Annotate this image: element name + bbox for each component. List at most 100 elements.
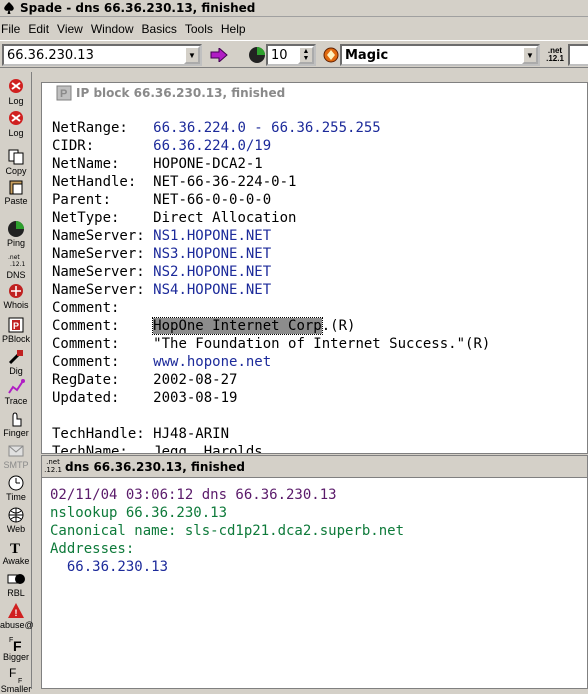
sidebar-label: DNS [6,270,26,280]
sidebar-smtp-button[interactable]: SMTP [0,442,32,470]
whois-line: NameServer: NS3.HOPONE.NET [52,245,490,263]
sidebar-finger-button[interactable]: Finger [0,410,32,438]
rbl-icon [7,574,25,584]
sidebar-dns-button[interactable]: .net .12.1 DNS [0,252,32,280]
ipblock-window-titlebar[interactable]: P IP block 66.36.230.13, finished [42,83,587,103]
dns-output: 02/11/04 03:06:12 dns 66.36.230.13 nslook… [50,486,404,576]
go-arrow-button[interactable] [208,44,230,66]
net-dns-icon: .net .12.1 [44,457,62,474]
extra-field[interactable] [568,44,588,66]
title-bar: Spade - dns 66.36.230.13, finished [0,0,588,17]
sidebar-ping-button[interactable]: Ping [0,220,32,248]
sidebar-paste-button[interactable]: Paste [0,178,32,206]
chevron-down-icon[interactable]: ▼ [184,46,200,64]
dns-line: nslookup 66.36.230.13 [50,505,228,521]
whois-value[interactable]: NS2.HOPONE.NET [153,264,271,280]
sidebar-awake-button[interactable]: T Awake [0,538,32,566]
sidebar-rbl-button[interactable]: RBL [0,570,32,598]
whois-key: NetType: [52,210,154,226]
awake-icon: T [10,541,20,556]
sidebar-label: PBlock [1,334,30,344]
menu-item-edit[interactable]: Edit [28,22,55,36]
menu-item-basics[interactable]: Basics [142,22,183,36]
finger-icon [12,412,22,427]
whois-value[interactable]: NS3.HOPONE.NET [153,246,271,262]
dns-window-titlebar[interactable]: .net .12.1 dns 66.36.230.13, finished [42,456,587,478]
tool-sidebar: Log Log Copy Paste Ping .net .12.1 DNS Whois P PBl… [0,72,34,694]
svg-text:F: F [9,666,16,680]
sidebar-label: Time [6,492,26,502]
sidebar-label: SMTP [3,460,29,470]
whois-value[interactable]: 66.36.224.0/19 [153,138,271,154]
sidebar-copy-button[interactable]: Copy [0,148,32,176]
dig-icon [8,350,23,365]
whois-key: TechName: [52,444,154,454]
count-spinner[interactable]: 10 ▲ ▼ [266,44,316,66]
mode-select-value: Magic [345,47,389,63]
dns-window: .net .12.1 dns 66.36.230.13, finished 02/… [41,455,588,689]
sidebar-label: Smaller [0,684,32,694]
address-input[interactable]: 66.36.230.13 [4,48,184,63]
whois-line: Comment: [52,299,490,317]
whois-value: Jegg, Harolds [153,444,263,454]
whois-line: NameServer: NS2.HOPONE.NET [52,263,490,281]
pblock-icon: P [8,317,24,333]
sidebar-dig-button[interactable]: Dig [0,348,32,376]
address-combo[interactable]: 66.36.230.13 ▼ [2,44,202,66]
net-badge-icon[interactable]: .net .12.1 [544,44,566,66]
arrow-right-icon [210,48,228,62]
ping-icon [8,221,24,237]
svg-text:!: ! [15,608,18,618]
menu-item-tools[interactable]: Tools [185,22,219,36]
whois-line: Comment: "The Foundation of Internet Suc… [52,335,490,353]
whois-value[interactable]: NS1.HOPONE.NET [153,228,271,244]
ipblock-window-title: IP block 66.36.230.13, finished [76,86,286,100]
whois-key: NameServer: [52,228,154,244]
copy-icon [8,149,24,165]
dns-line: 66.36.230.13 [50,559,169,575]
smaller-icon: FF [9,666,22,684]
magic-mode-icon [320,44,342,66]
sidebar-web-button[interactable]: Web [0,506,32,534]
paste-icon [9,180,23,195]
sidebar-time-button[interactable]: Time [0,474,32,502]
whois-value: Direct Allocation [153,210,297,226]
whois-key: NetHandle: [52,174,154,190]
sidebar-label: Log [8,96,24,106]
whois-value[interactable]: www.hopone.net [153,354,271,370]
menu-item-help[interactable]: Help [221,22,252,36]
whois-key: TechHandle: [52,426,154,442]
whois-key: NameServer: [52,282,154,298]
whois-value: HopOne Internet Corp [152,317,323,335]
whois-key: NameServer: [52,264,154,280]
whois-value[interactable]: NS4.HOPONE.NET [153,282,271,298]
whois-line: NetRange: 66.36.224.0 - 66.36.255.255 [52,119,490,137]
menu-item-window[interactable]: Window [91,22,140,36]
sidebar-label: Log [8,128,24,138]
chevron-down-icon[interactable]: ▼ [522,46,538,64]
dns-window-title: dns 66.36.230.13, finished [65,459,245,474]
whois-value[interactable]: 66.36.224.0 - 66.36.255.255 [153,120,381,136]
sidebar-trace-button[interactable]: Trace [0,378,32,406]
sidebar-smaller-button[interactable]: F F Smaller [0,666,32,694]
menu-item-file[interactable]: File [1,22,26,36]
sidebar-bigger-button[interactable]: F F Bigger [0,634,32,662]
sidebar-log-button[interactable]: Log [0,78,32,106]
sidebar-pblock-button[interactable]: P PBlock [0,316,32,344]
whois-line: Parent: NET-66-0-0-0-0 [52,191,490,209]
abuse-at-icon: ! [8,603,24,618]
count-input[interactable]: 10 [268,48,298,63]
toolbar: 66.36.230.13 ▼ 10 ▲ ▼ Magic ▼ .net .12.1 [0,40,588,68]
dns-line: Addresses: [50,541,135,557]
spinner-arrows-icon[interactable]: ▲ ▼ [298,46,314,64]
menu-item-view[interactable]: View [57,22,89,36]
whois-line: NetHandle: NET-66-36-224-0-1 [52,173,490,191]
smtp-icon [8,445,24,457]
whois-line: NetType: Direct Allocation [52,209,490,227]
sidebar-whois-button[interactable]: Whois [0,282,32,310]
mode-select[interactable]: Magic ▼ [340,44,540,66]
sidebar-abuse-at-button[interactable]: ! abuse@ [0,602,34,630]
log-icon [9,79,23,93]
whois-key: NetName: [52,156,154,172]
sidebar-log-button[interactable]: Log [0,110,32,138]
